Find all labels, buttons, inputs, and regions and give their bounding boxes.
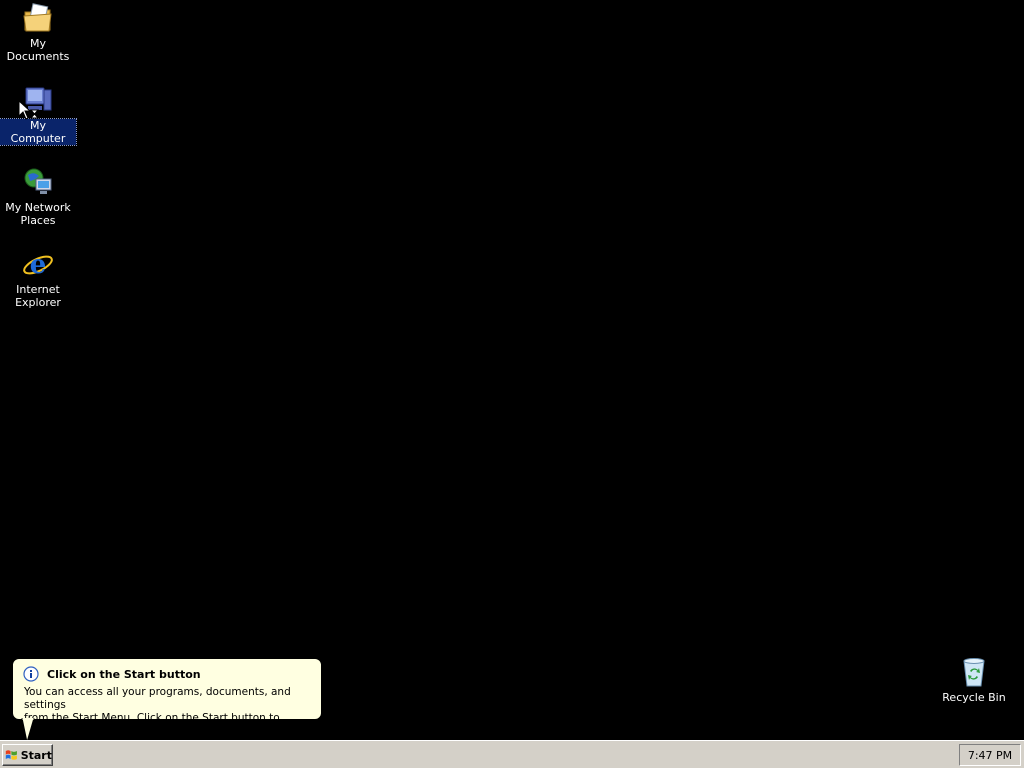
desktop-icon-label: My Network Places bbox=[5, 201, 71, 227]
desktop-icon-my-documents[interactable]: My Documents bbox=[0, 2, 76, 63]
desktop-icon-internet-explorer[interactable]: e Internet Explorer bbox=[0, 248, 76, 309]
info-icon bbox=[23, 666, 39, 682]
desktop-icon-label: My Documents bbox=[6, 37, 70, 63]
busy-cursor-icon bbox=[18, 100, 40, 120]
recycle-bin-icon bbox=[963, 658, 985, 687]
svg-text:e: e bbox=[30, 250, 47, 280]
start-button[interactable]: Start bbox=[2, 744, 53, 766]
start-button-label: Start bbox=[20, 748, 52, 762]
start-button-balloon-tip[interactable]: Click on the Start button You can access… bbox=[12, 658, 322, 737]
system-tray[interactable]: 7:47 PM bbox=[959, 744, 1021, 766]
desktop-icon-recycle-bin[interactable]: Recycle Bin bbox=[936, 656, 1012, 704]
desktop-icon-my-network-places[interactable]: My Network Places bbox=[0, 166, 76, 227]
desktop-icon-label: My Computer bbox=[0, 118, 77, 146]
windows-flag-icon bbox=[5, 750, 17, 760]
balloon-body-line: from the Start Menu. Click on the Start … bbox=[24, 712, 280, 737]
balloon-body: You can access all your programs, docume… bbox=[23, 686, 311, 738]
desktop-icon-label: Recycle Bin bbox=[942, 691, 1006, 704]
balloon-body-line: You can access all your programs, docume… bbox=[24, 686, 291, 711]
desktop-icon-label: Internet Explorer bbox=[15, 283, 61, 309]
clock[interactable]: 7:47 PM bbox=[968, 749, 1012, 762]
my-documents-icon bbox=[23, 3, 52, 32]
my-network-places-icon bbox=[24, 168, 52, 194]
internet-explorer-icon: e bbox=[23, 250, 53, 280]
taskbar: Start 7:47 PM bbox=[0, 740, 1024, 768]
balloon-title: Click on the Start button bbox=[47, 667, 201, 681]
desktop[interactable]: My Documents My Computer My Network Plac… bbox=[0, 0, 1024, 740]
